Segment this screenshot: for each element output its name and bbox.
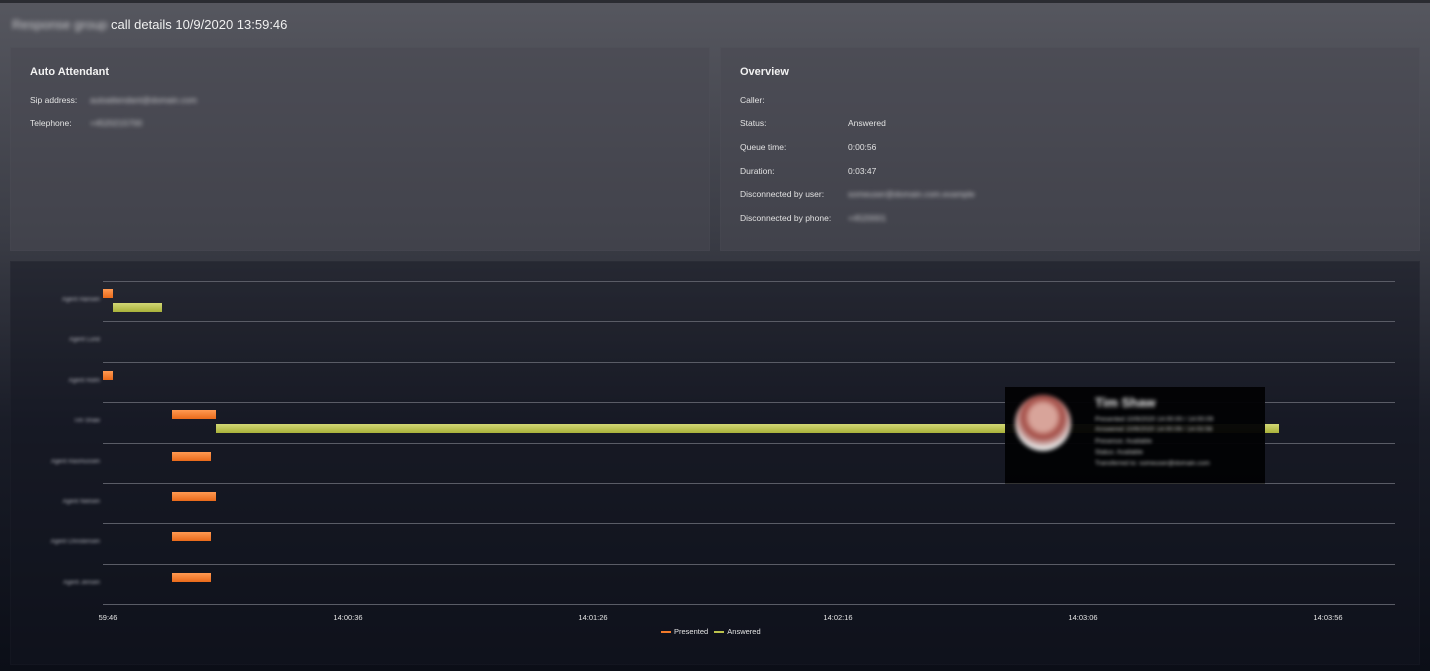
answered-bar[interactable] (112, 303, 162, 312)
auto-attendant-panel: Auto Attendant Sip address: autoattendan… (10, 47, 710, 251)
tooltip-line: Transferred to: someuser@domain.com (1095, 460, 1210, 467)
grid-line (103, 361, 1395, 363)
telephone-value: +4520215700 (90, 118, 143, 128)
tooltip-name: Tim Shaw (1095, 395, 1156, 410)
presented-bar[interactable] (171, 532, 211, 542)
overview-panel: Overview Caller: Status: Answered Queue … (720, 47, 1420, 251)
duration-value: 0:03:47 (848, 166, 877, 176)
presented-bar[interactable] (103, 289, 113, 298)
row-label: Agent Jensen (63, 579, 100, 586)
queue-time-value: 0:00:56 (848, 142, 877, 152)
presented-bar[interactable] (171, 492, 216, 501)
call-details-title: call details 10/9/2020 13:59:46 (111, 17, 288, 32)
queue-time-label: Queue time: (740, 142, 787, 152)
response-group-name: Response group (12, 17, 108, 32)
x-axis-tick: 14:01:26 (578, 613, 608, 622)
presented-bar[interactable] (171, 572, 211, 582)
legend-presented-swatch (661, 631, 671, 634)
disconnected-by-phone-row: Disconnected by phone: +4520001 (740, 213, 886, 223)
grid-line (103, 321, 1395, 323)
sip-address-row: Sip address: autoattendant@domain.com (30, 95, 197, 105)
grid-line (103, 563, 1395, 565)
tooltip-line: Status: Available (1095, 449, 1143, 456)
row-label: Agent Lund (69, 337, 100, 344)
disconnected-by-user-label: Disconnected by user: (740, 189, 825, 199)
presented-bar[interactable] (171, 410, 216, 420)
legend-answered-swatch (714, 631, 725, 634)
row-label: Agent Holm (68, 377, 100, 384)
row-label: Agent Nielsen (62, 499, 100, 505)
caller-label: Caller: (740, 95, 765, 105)
auto-attendant-heading: Auto Attendant (30, 66, 110, 78)
caller-row: Caller: (740, 95, 765, 105)
tooltip-line: Answered 10/9/2020 14:00:09 / 14:03:56 (1095, 426, 1213, 433)
overview-heading: Overview (740, 66, 789, 78)
window-top-border (0, 0, 1430, 3)
status-value: Answered (848, 118, 886, 128)
telephone-label: Telephone: (30, 118, 72, 128)
row-label: Agent Hansen (61, 297, 100, 303)
x-axis-tick: 14:03:56 (1313, 613, 1343, 622)
tooltip-line: Presented 10/9/2020 14:00:00 / 14:00:09 (1095, 416, 1214, 423)
duration-row: Duration: 0:03:47 (740, 166, 876, 176)
grid-line (103, 523, 1395, 525)
row-label: Agent Rasmussen (50, 458, 100, 465)
disconnected-by-user-value: someuser@domain.com.example (848, 189, 975, 199)
duration-label: Duration: (740, 166, 775, 176)
grid-line (103, 281, 1395, 282)
legend-presented[interactable]: Presented (661, 627, 708, 636)
call-timeline-chart: Presented Answered Agent Hansen Agent Lun… (10, 261, 1420, 665)
sip-address-label: Sip address: (30, 95, 78, 105)
status-row: Status: Answered (740, 118, 886, 128)
x-axis-tick: 14:03:06 (1068, 613, 1098, 622)
legend-answered[interactable]: Answered (714, 627, 761, 636)
status-label: Status: (740, 118, 767, 128)
presented-bar[interactable] (103, 370, 113, 380)
agent-tooltip: Tim Shaw Presented 10/9/2020 14:00:00 / … (1005, 387, 1265, 484)
disconnected-by-phone-value: +4520001 (848, 213, 887, 223)
legend-presented-label: Presented (674, 627, 709, 636)
row-label: Agent Christensen (50, 539, 100, 546)
x-axis-tick: 59:46 (98, 613, 118, 622)
disconnected-by-user-row: Disconnected by user: someuser@domain.co… (740, 189, 975, 199)
legend-answered-label: Answered (727, 627, 761, 636)
grid-line (103, 604, 1395, 606)
disconnected-by-phone-label: Disconnected by phone: (740, 213, 832, 223)
queue-time-row: Queue time: 0:00:56 (740, 142, 876, 152)
tooltip-line: Presence: Available (1095, 438, 1152, 445)
row-label: Tim Shaw (73, 418, 100, 425)
x-axis-tick: 14:00:36 (333, 613, 363, 622)
x-axis-tick: 14:02:16 (823, 613, 853, 622)
page-title: Response group call details 10/9/2020 13… (12, 17, 287, 32)
chart-legend: Presented Answered (661, 627, 765, 636)
presented-bar[interactable] (171, 451, 211, 461)
sip-address-value: autoattendant@domain.com (90, 95, 197, 105)
avatar (1015, 395, 1071, 451)
telephone-row: Telephone: +4520215700 (30, 118, 142, 128)
